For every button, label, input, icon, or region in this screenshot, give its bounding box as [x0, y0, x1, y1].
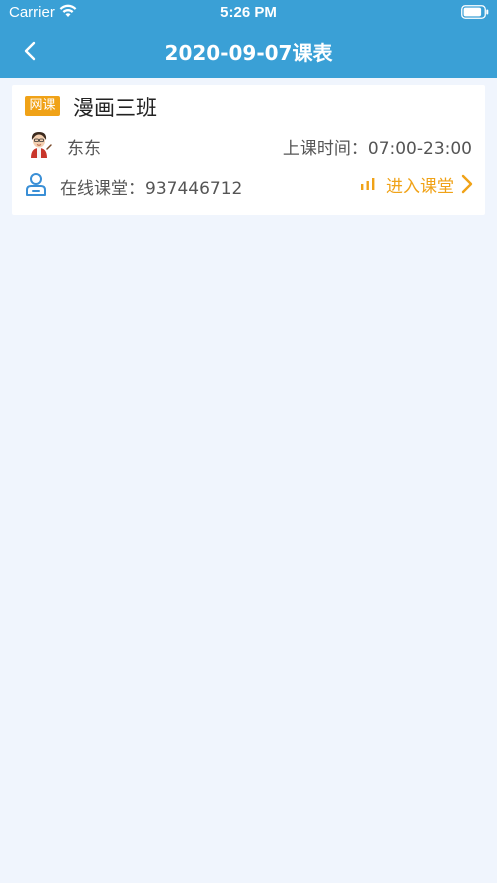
course-type-badge: 网课: [25, 96, 60, 116]
course-card[interactable]: 网课 漫画三班 东东 上课时间：07:00-23:00 在线课堂：9374467…: [12, 85, 485, 215]
battery-icon: [461, 5, 489, 19]
status-bar: Carrier 5:26 PM: [0, 0, 497, 26]
page-title: 2020-09-07课表: [164, 41, 333, 65]
chevron-left-icon: [24, 41, 36, 61]
signal-bars-icon: [361, 178, 375, 190]
status-time: 5:26 PM: [220, 4, 277, 21]
enter-classroom-button[interactable]: 进入课堂: [360, 171, 474, 197]
teacher-avatar: [31, 132, 52, 158]
class-time: 上课时间：07:00-23:00: [282, 139, 472, 159]
classroom-id: 在线课堂：937446712: [60, 179, 243, 199]
back-button[interactable]: [14, 36, 46, 66]
navigation-bar: 2020-09-07课表: [0, 26, 497, 78]
person-icon: [26, 173, 46, 196]
enter-classroom-label: 进入课堂: [386, 176, 454, 197]
header: Carrier 5:26 PM 2020-09-07课表: [0, 0, 497, 78]
class-name: 漫画三班: [73, 96, 157, 120]
teacher-name: 东东: [67, 139, 101, 159]
chevron-right-icon: [461, 174, 473, 194]
